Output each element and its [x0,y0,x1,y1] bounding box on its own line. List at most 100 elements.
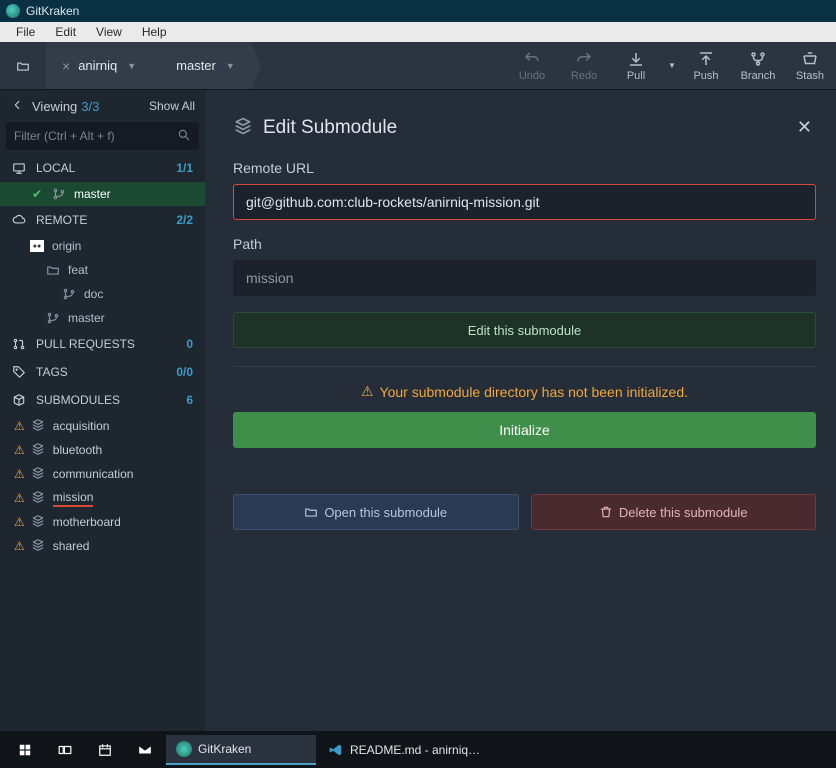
section-pull-requests[interactable]: PULL REQUESTS 0 [0,330,205,358]
pull-button[interactable]: Pull [610,50,662,82]
taskbar-readme[interactable]: README.md - anirniq… [318,735,490,765]
submodule-communication[interactable]: ⚠ communication [0,462,205,486]
close-icon[interactable]: × [62,58,70,74]
trash-icon [599,505,613,519]
show-all-link[interactable]: Show All [149,99,195,113]
undo-button[interactable]: Undo [506,42,558,89]
section-tags[interactable]: TAGS 0/0 [0,358,205,386]
chevron-left-icon[interactable] [10,98,24,115]
pull-icon [627,50,645,68]
app-title: GitKraken [26,4,79,18]
warning-icon: ⚠ [14,515,25,529]
window-titlebar: GitKraken [0,0,836,22]
submodule-icon [12,393,26,407]
stack-icon [31,442,45,459]
warning-icon: ⚠ [14,491,25,505]
sidebar: Viewing 3/3 Show All Filter (Ctrl + Alt … [0,90,205,731]
chevron-down-icon[interactable]: ▼ [226,61,235,71]
stack-icon [31,538,45,555]
path-input [233,260,816,296]
section-remote[interactable]: REMOTE 2/2 [0,206,205,234]
submodule-bluetooth[interactable]: ⚠ bluetooth [0,438,205,462]
warning-icon: ⚠ [14,443,25,457]
branch-crumb[interactable]: master ▼ [152,42,251,89]
stack-icon [31,466,45,483]
remote-folder-feat[interactable]: feat [0,258,205,282]
branch-icon [62,287,76,301]
remote-origin[interactable]: ●● origin [0,234,205,258]
content-area: Edit Submodule ✕ Remote URL Path Edit th… [205,90,836,731]
pull-request-icon [12,337,26,351]
remote-branch-master[interactable]: master [0,306,205,330]
menu-view[interactable]: View [86,23,132,41]
open-submodule-button[interactable]: Open this submodule [233,494,519,530]
folder-icon [304,505,318,519]
toolbar: × anirniq ▼ master ▼ Undo Redo Pull ▼ Pu… [0,42,836,90]
menubar: File Edit View Help [0,22,836,42]
stack-icon [31,490,45,507]
repo-crumb[interactable]: × anirniq ▼ [46,42,152,89]
search-icon [177,128,191,145]
submodule-shared[interactable]: ⚠ shared [0,534,205,558]
chevron-down-icon[interactable]: ▼ [127,61,136,71]
menu-file[interactable]: File [6,23,45,41]
remote-url-input[interactable] [233,184,816,220]
monitor-icon [12,161,26,175]
branch-icon [749,50,767,68]
remote-branch-doc[interactable]: doc [0,282,205,306]
submodule-acquisition[interactable]: ⚠ acquisition [0,414,205,438]
start-button[interactable] [6,735,44,765]
warning-icon: ⚠ [361,383,374,400]
push-icon [697,50,715,68]
chevron-down-icon: ▼ [668,61,676,70]
filter-placeholder: Filter (Ctrl + Alt + f) [14,129,115,143]
local-branch-master[interactable]: ✔ master [0,182,205,206]
branch-icon [46,311,60,325]
taskbar-gitkraken[interactable]: GitKraken [166,735,316,765]
panel-title: Edit Submodule [263,117,397,139]
check-icon: ✔ [30,187,44,201]
gitkraken-logo-icon [6,4,20,18]
viewing-count: 3/3 [81,99,99,114]
branch-button[interactable]: Branch [732,42,784,89]
undo-icon [523,50,541,68]
repo-name: anirniq [78,58,117,73]
folder-tab-icon[interactable] [0,59,46,73]
stash-icon [801,50,819,68]
push-button[interactable]: Push [680,42,732,89]
breadcrumb: × anirniq ▼ master ▼ [0,42,251,89]
pull-dropdown[interactable]: ▼ [662,61,680,70]
close-panel-button[interactable]: ✕ [793,113,816,142]
edit-submodule-panel: Edit Submodule ✕ Remote URL Path Edit th… [213,95,836,731]
vscode-icon [328,742,344,758]
warning-icon: ⚠ [14,419,25,433]
warning-message: ⚠ Your submodule directory has not been … [233,383,816,400]
section-local[interactable]: LOCAL 1/1 [0,154,205,182]
stack-icon [31,418,45,435]
remote-url-label: Remote URL [233,160,816,176]
stack-icon [233,116,253,139]
delete-submodule-button[interactable]: Delete this submodule [531,494,817,530]
submodule-mission[interactable]: ⚠ mission [0,486,205,510]
menu-help[interactable]: Help [132,23,177,41]
gitkraken-icon [176,741,192,757]
edit-submodule-button[interactable]: Edit this submodule [233,312,816,348]
initialize-button[interactable]: Initialize [233,412,816,448]
stash-button[interactable]: Stash [784,42,836,89]
filter-input[interactable]: Filter (Ctrl + Alt + f) [6,122,199,150]
calendar-button[interactable] [86,735,124,765]
submodule-motherboard[interactable]: ⚠ motherboard [0,510,205,534]
origin-icon: ●● [30,240,44,252]
path-label: Path [233,236,816,252]
menu-edit[interactable]: Edit [45,23,86,41]
section-submodules[interactable]: SUBMODULES 6 [0,386,205,414]
mail-button[interactable] [126,735,164,765]
tag-icon [12,365,26,379]
task-view-button[interactable] [46,735,84,765]
viewing-label: Viewing [32,99,77,114]
cloud-icon [12,213,26,227]
folder-icon [46,263,60,277]
branch-name: master [176,58,216,73]
warning-icon: ⚠ [14,539,25,553]
redo-button[interactable]: Redo [558,42,610,89]
